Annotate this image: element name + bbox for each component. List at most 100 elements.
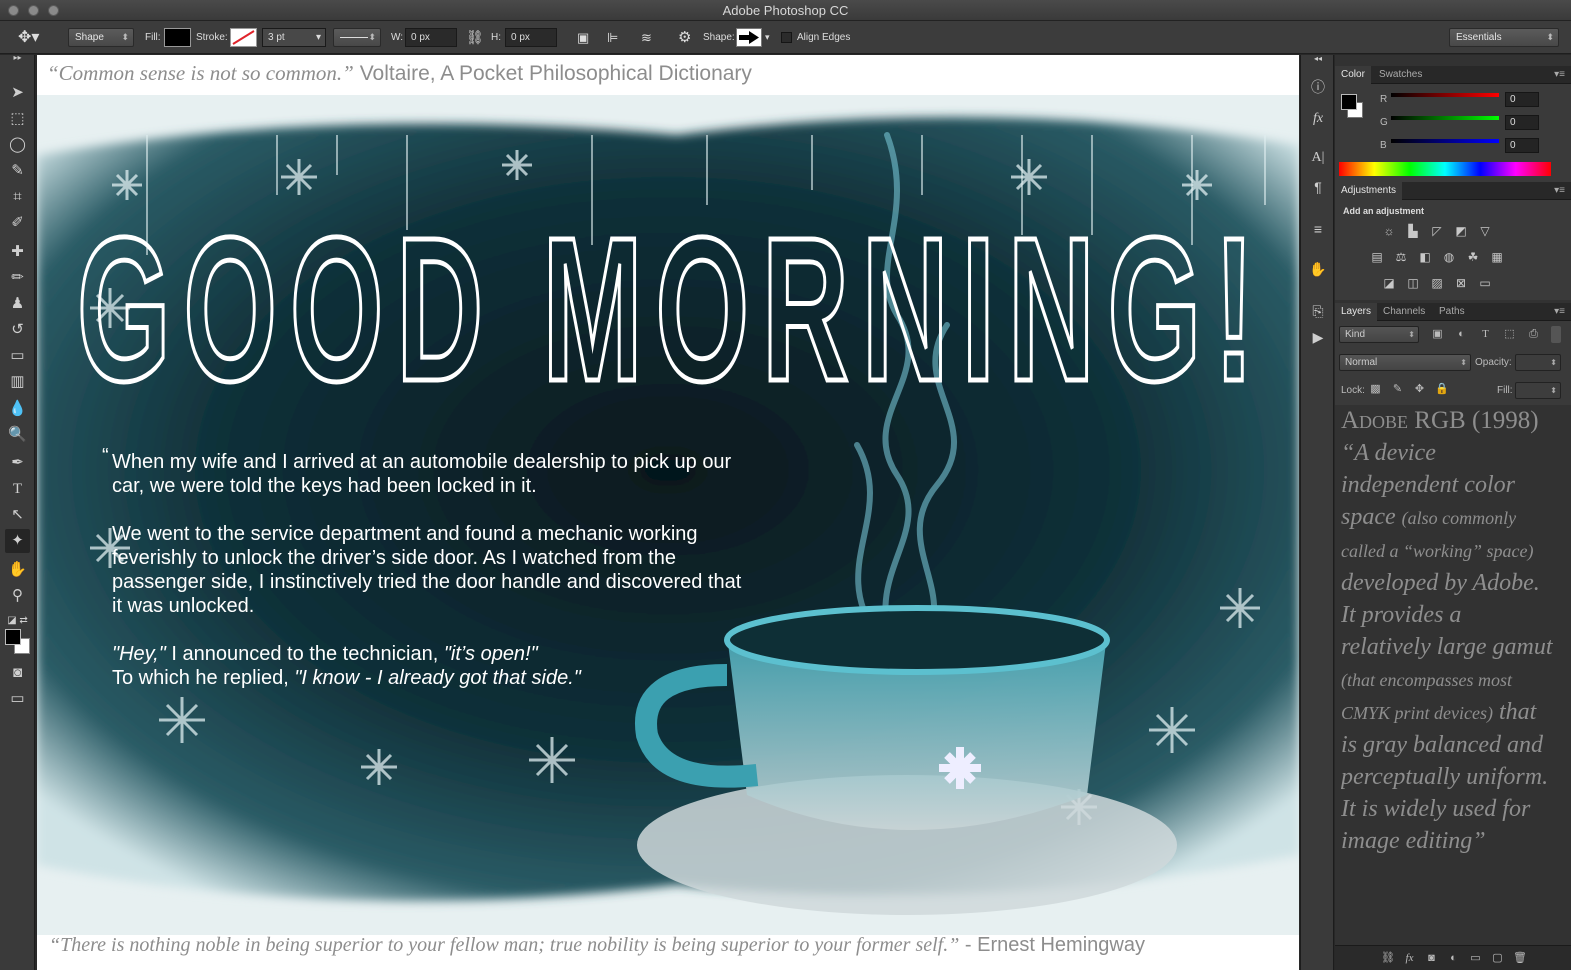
- curves-icon[interactable]: ◸: [1429, 224, 1445, 238]
- color-lookup-icon[interactable]: ▦: [1489, 250, 1505, 264]
- dodge-tool-icon[interactable]: 🔍: [5, 423, 30, 447]
- blend-mode-dropdown[interactable]: Normal: [1339, 354, 1471, 371]
- zoom-window-icon[interactable]: [48, 5, 59, 16]
- gradient-tool-icon[interactable]: ▥: [5, 370, 30, 394]
- history-panel-icon[interactable]: ⎘: [1307, 301, 1329, 321]
- minimize-window-icon[interactable]: [28, 5, 39, 16]
- zoom-tool-icon[interactable]: ⚲: [5, 584, 30, 608]
- red-slider[interactable]: [1391, 93, 1499, 97]
- new-layer-icon[interactable]: ▢: [1491, 952, 1504, 965]
- smart-object-filter-icon[interactable]: ⎙: [1527, 328, 1540, 341]
- stroke-type-dropdown[interactable]: [333, 28, 381, 47]
- pixel-layer-filter-icon[interactable]: ▣: [1431, 328, 1444, 341]
- vibrance-icon[interactable]: ▤: [1369, 250, 1385, 264]
- color-balance-icon[interactable]: ⚖: [1393, 250, 1409, 264]
- path-alignment-icon[interactable]: ⊫: [607, 21, 618, 54]
- fill-field[interactable]: [1515, 382, 1561, 399]
- shape-picker[interactable]: [736, 28, 762, 47]
- adjustment-layer-filter-icon[interactable]: ◐: [1455, 328, 1468, 341]
- brush-presets-icon[interactable]: ≡: [1307, 219, 1329, 239]
- panel-menu-icon[interactable]: ▾≡: [1554, 303, 1565, 321]
- hue-saturation-icon[interactable]: ▭: [1477, 276, 1493, 290]
- color-foreground-swatch[interactable]: [1341, 94, 1357, 110]
- lock-image-pixels-icon[interactable]: ✎: [1391, 383, 1404, 396]
- custom-shape-tool-icon[interactable]: ✦: [5, 529, 30, 553]
- tab-paths[interactable]: Paths: [1433, 303, 1471, 321]
- collapse-tools-icon[interactable]: ▸▸: [5, 53, 30, 63]
- path-operations-icon[interactable]: ▣: [577, 21, 589, 54]
- lock-position-icon[interactable]: ✥: [1413, 383, 1426, 396]
- layer-kind-filter[interactable]: Kind: [1339, 326, 1419, 343]
- add-mask-icon[interactable]: ◙: [1425, 952, 1438, 965]
- shape-layer-filter-icon[interactable]: ⬚: [1503, 328, 1516, 341]
- path-selection-tool-icon[interactable]: ↖: [5, 503, 30, 527]
- collapse-dock-icon[interactable]: ◂◂: [1307, 54, 1329, 64]
- document-canvas[interactable]: “Common sense is not so common.” Voltair…: [37, 55, 1299, 970]
- tab-swatches[interactable]: Swatches: [1373, 66, 1428, 84]
- color-spectrum-ramp[interactable]: [1339, 162, 1551, 176]
- crop-tool-icon[interactable]: ⌗: [5, 185, 30, 209]
- tab-channels[interactable]: Channels: [1377, 303, 1431, 321]
- height-field[interactable]: 0 px: [505, 28, 557, 47]
- gradient-map-icon[interactable]: ▽: [1477, 224, 1493, 238]
- align-edges-checkbox[interactable]: [781, 21, 792, 54]
- marquee-tool-icon[interactable]: ⬚: [5, 107, 30, 131]
- delete-layer-icon[interactable]: 🗑: [1513, 952, 1527, 965]
- clone-stamp-tool-icon[interactable]: ♟: [5, 292, 30, 316]
- levels-icon[interactable]: ▙: [1405, 224, 1421, 238]
- custom-shape-tool-preset-icon[interactable]: ✥▾: [18, 21, 39, 54]
- add-layer-style-icon[interactable]: fx: [1403, 952, 1416, 965]
- move-tool-icon[interactable]: ➤: [5, 81, 30, 105]
- invert-icon[interactable]: ◪: [1381, 276, 1397, 290]
- healing-brush-tool-icon[interactable]: ✚: [5, 240, 30, 264]
- threshold-icon[interactable]: ▨: [1429, 276, 1445, 290]
- black-white-icon[interactable]: ◧: [1417, 250, 1433, 264]
- fill-swatch[interactable]: [164, 28, 191, 47]
- new-group-icon[interactable]: ▭: [1469, 952, 1482, 965]
- quick-selection-tool-icon[interactable]: ✎: [5, 159, 30, 183]
- selective-color-icon[interactable]: ⊠: [1453, 276, 1469, 290]
- character-panel-icon[interactable]: A|: [1307, 148, 1329, 168]
- actions-play-icon[interactable]: ▶: [1307, 327, 1329, 347]
- new-adjustment-layer-icon[interactable]: ◐: [1447, 952, 1460, 965]
- tab-adjustments[interactable]: Adjustments: [1335, 182, 1403, 200]
- quick-mask-icon[interactable]: ◙: [5, 661, 30, 685]
- filter-toggle-switch[interactable]: [1551, 326, 1561, 343]
- posterize-icon[interactable]: ◫: [1405, 276, 1421, 290]
- eraser-tool-icon[interactable]: ▭: [5, 344, 30, 368]
- styles-fx-icon[interactable]: fx: [1307, 109, 1329, 129]
- tab-layers[interactable]: Layers: [1335, 303, 1378, 321]
- hand-tool-icon[interactable]: ✋: [5, 558, 30, 582]
- photo-filter-icon[interactable]: ◍: [1441, 250, 1457, 264]
- stroke-width-field[interactable]: 3 pt ▾: [262, 28, 326, 47]
- path-arrangement-icon[interactable]: ≋: [641, 21, 652, 54]
- stroke-swatch[interactable]: [230, 28, 257, 47]
- tool-presets-icon[interactable]: ✋: [1307, 259, 1329, 279]
- blue-value-field[interactable]: 0: [1505, 138, 1539, 153]
- lasso-tool-icon[interactable]: ◯: [5, 133, 30, 157]
- type-tool-icon[interactable]: T: [5, 477, 30, 501]
- workspace-dropdown[interactable]: Essentials: [1449, 28, 1559, 47]
- width-field[interactable]: 0 px: [405, 28, 457, 47]
- screen-mode-icon[interactable]: ▭: [5, 687, 30, 711]
- opacity-field[interactable]: [1515, 354, 1561, 371]
- shape-picker-chevron-icon[interactable]: ▾: [765, 21, 770, 54]
- gear-icon[interactable]: ⚙: [678, 21, 691, 54]
- blur-tool-icon[interactable]: 💧: [5, 397, 30, 421]
- link-layers-icon[interactable]: ⛓: [1381, 952, 1395, 965]
- blue-slider[interactable]: [1391, 139, 1499, 143]
- red-value-field[interactable]: 0: [1505, 92, 1539, 107]
- panel-menu-icon[interactable]: ▾≡: [1554, 66, 1565, 84]
- info-panel-icon[interactable]: ⓘ: [1307, 77, 1329, 97]
- history-brush-tool-icon[interactable]: ↺: [5, 318, 30, 342]
- brush-tool-icon[interactable]: ✏: [5, 266, 30, 290]
- lock-all-icon[interactable]: 🔒: [1435, 383, 1449, 396]
- tool-mode-dropdown[interactable]: Shape: [68, 28, 134, 47]
- panel-menu-icon[interactable]: ▾≡: [1554, 182, 1565, 200]
- link-icon[interactable]: ⛓: [466, 21, 484, 54]
- lock-transparent-pixels-icon[interactable]: ▩: [1369, 383, 1382, 396]
- channel-mixer-icon[interactable]: ☘: [1465, 250, 1481, 264]
- eyedropper-tool-icon[interactable]: ✐: [5, 211, 30, 235]
- green-value-field[interactable]: 0: [1505, 115, 1539, 130]
- tab-color[interactable]: Color: [1335, 66, 1371, 84]
